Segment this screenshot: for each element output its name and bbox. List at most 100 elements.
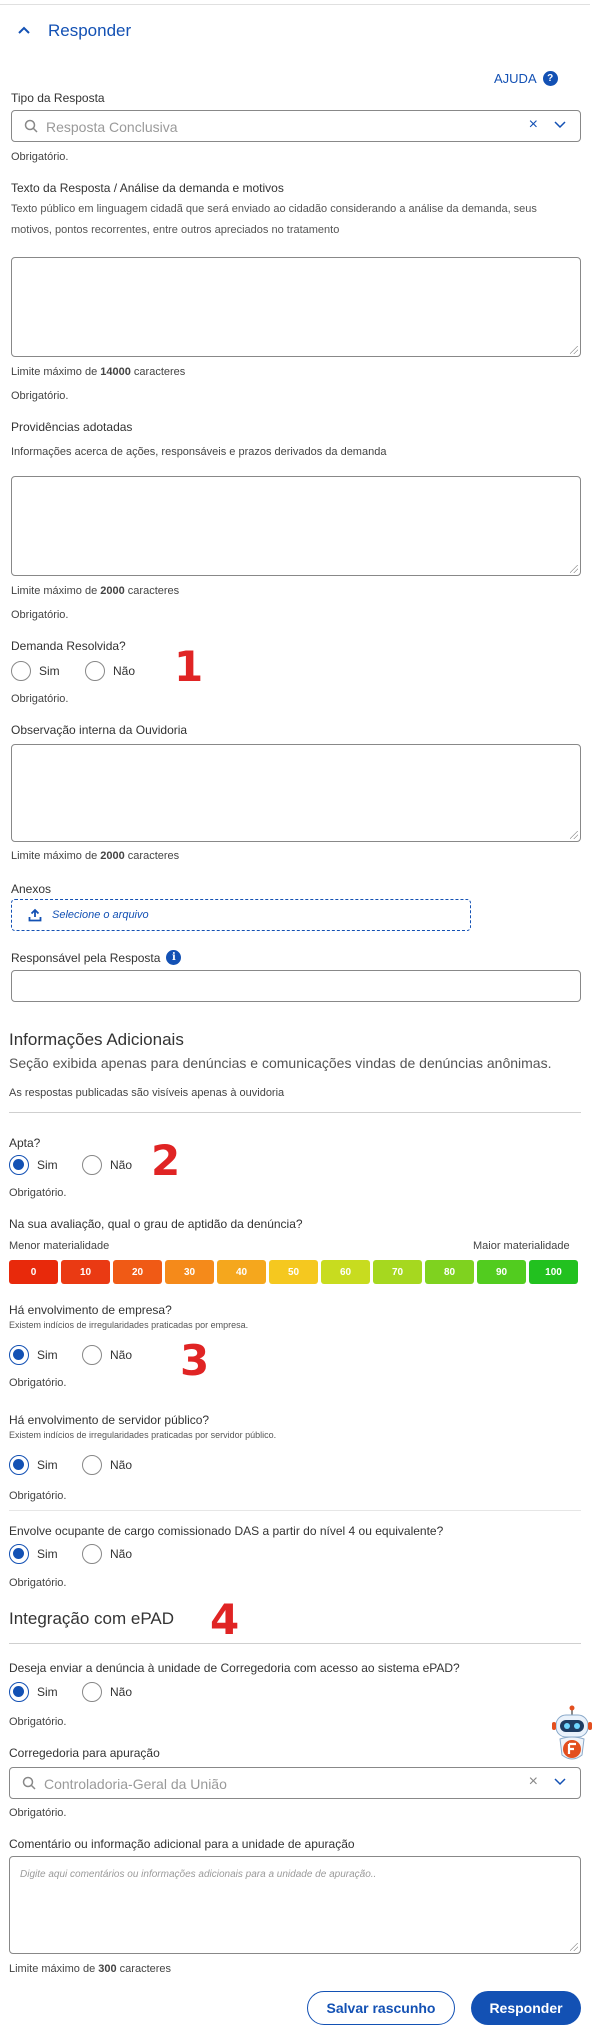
- corregedoria-value: Controladoria-Geral da União: [44, 1776, 227, 1792]
- empresa-label: Há envolvimento de empresa?: [9, 1303, 172, 1317]
- providencias-limit: Limite máximo de 2000 caracteres: [11, 585, 180, 597]
- apta-no-radio[interactable]: Não: [82, 1155, 132, 1175]
- chatbot-button[interactable]: [550, 1705, 594, 1767]
- tipo-label: Tipo da Resposta: [11, 91, 105, 105]
- search-icon: [24, 119, 38, 133]
- providencias-label: Providências adotadas: [11, 420, 133, 434]
- grau-option-70[interactable]: 70: [373, 1260, 422, 1284]
- epad-section-title: Integração com ePAD: [9, 1609, 175, 1628]
- info-icon[interactable]: i: [166, 950, 182, 965]
- upload-icon: [28, 908, 42, 922]
- resolvida-label: Demanda Resolvida?: [11, 639, 126, 653]
- top-divider: [0, 4, 590, 5]
- texto-label: Texto da Resposta / Análise da demanda e…: [11, 181, 284, 195]
- epad-no-radio[interactable]: Não: [82, 1682, 132, 1702]
- help-label: AJUDA: [494, 71, 537, 86]
- apta-yes-radio[interactable]: Sim: [9, 1155, 58, 1175]
- resize-handle[interactable]: [570, 346, 578, 354]
- submit-response-button[interactable]: Responder: [471, 1991, 581, 2025]
- providencias-hint: Informações acerca de ações, responsávei…: [11, 446, 387, 458]
- resolvida-required: Obrigatório.: [11, 693, 69, 705]
- chevron-up-icon: [18, 26, 30, 34]
- comentario-placeholder: Digite aqui comentários ou informações a…: [20, 1869, 377, 1880]
- grau-option-30[interactable]: 30: [165, 1260, 214, 1284]
- empresa-no-radio[interactable]: Não: [82, 1345, 132, 1365]
- annotation-marker-2: 2: [151, 1136, 181, 1185]
- corregedoria-required: Obrigatório.: [9, 1807, 67, 1819]
- texto-textarea[interactable]: [11, 257, 581, 357]
- annotation-marker-4: 4: [210, 1595, 240, 1644]
- epad-required: Obrigatório.: [9, 1716, 67, 1728]
- grau-option-10[interactable]: 10: [61, 1260, 110, 1284]
- collapse-toggle[interactable]: [18, 22, 30, 40]
- robot-assistant-icon: [552, 1705, 592, 1760]
- chevron-down-icon[interactable]: [554, 121, 566, 129]
- clear-icon[interactable]: ×: [529, 116, 538, 134]
- resolvida-no-radio[interactable]: Não: [85, 661, 135, 681]
- providencias-textarea[interactable]: [11, 476, 581, 576]
- tipo-required: Obrigatório.: [11, 151, 69, 163]
- apta-label: Apta?: [9, 1136, 41, 1150]
- comentario-textarea[interactable]: Digite aqui comentários ou informações a…: [9, 1856, 581, 1954]
- grau-option-50[interactable]: 50: [269, 1260, 318, 1284]
- grau-option-80[interactable]: 80: [425, 1260, 474, 1284]
- das-yes-radio[interactable]: Sim: [9, 1544, 58, 1564]
- grau-label: Na sua avaliação, qual o grau de aptidão…: [9, 1217, 303, 1231]
- servidor-hint: Existem indícios de irregularidades prat…: [9, 1430, 277, 1440]
- grau-min-label: Menor materialidade: [9, 1240, 110, 1252]
- help-icon: ?: [542, 71, 558, 86]
- epad-divider: [9, 1643, 581, 1644]
- info-divider: [9, 1112, 581, 1113]
- resize-handle[interactable]: [570, 565, 578, 573]
- grau-option-90[interactable]: 90: [477, 1260, 526, 1284]
- file-select-label: Selecione o arquivo: [52, 909, 149, 921]
- resize-handle[interactable]: [570, 831, 578, 839]
- servidor-no-radio[interactable]: Não: [82, 1455, 132, 1475]
- grau-option-40[interactable]: 40: [217, 1260, 266, 1284]
- servidor-yes-radio[interactable]: Sim: [9, 1455, 58, 1475]
- anexos-label: Anexos: [11, 882, 52, 896]
- section-title-responder[interactable]: Responder: [48, 21, 131, 41]
- resize-handle[interactable]: [570, 1943, 578, 1951]
- comentario-label: Comentário ou informação adicional para …: [9, 1837, 355, 1851]
- empresa-required: Obrigatório.: [9, 1377, 67, 1389]
- epad-yes-radio[interactable]: Sim: [9, 1682, 58, 1702]
- file-select-button[interactable]: Selecione o arquivo: [11, 899, 471, 931]
- grau-option-20[interactable]: 20: [113, 1260, 162, 1284]
- tipo-select[interactable]: Resposta Conclusiva ×: [11, 110, 581, 142]
- das-no-radio[interactable]: Não: [82, 1544, 132, 1564]
- servidor-required: Obrigatório.: [9, 1490, 67, 1502]
- faint-divider: [9, 1510, 581, 1511]
- chevron-down-icon[interactable]: [554, 1778, 566, 1786]
- save-draft-button[interactable]: Salvar rascunho: [307, 1991, 455, 2025]
- corregedoria-select[interactable]: Controladoria-Geral da União ×: [9, 1767, 581, 1799]
- empresa-yes-radio[interactable]: Sim: [9, 1345, 58, 1365]
- texto-required: Obrigatório.: [11, 390, 69, 402]
- clear-icon[interactable]: ×: [529, 1773, 538, 1791]
- responsavel-label: Responsável pela Resposta: [11, 950, 161, 965]
- epad-question: Deseja enviar a denúncia à unidade de Co…: [9, 1661, 460, 1675]
- info-section-title: Informações Adicionais: [9, 1030, 184, 1049]
- responsavel-input[interactable]: [11, 970, 581, 1002]
- apta-required: Obrigatório.: [9, 1187, 67, 1199]
- grau-scale: 0 10 20 30 40 50 60 70 80 90 100: [9, 1260, 581, 1284]
- grau-option-100[interactable]: 100: [529, 1260, 578, 1284]
- texto-limit: Limite máximo de 14000 caracteres: [11, 366, 186, 378]
- responsavel-label-row: Responsável pela Resposta i: [11, 950, 182, 965]
- observacao-textarea[interactable]: [11, 744, 581, 842]
- das-required: Obrigatório.: [9, 1577, 67, 1589]
- corregedoria-label: Corregedoria para apuração: [9, 1746, 160, 1760]
- tipo-placeholder: Resposta Conclusiva: [46, 119, 178, 135]
- texto-hint: Texto público em linguagem cidadã que se…: [11, 203, 537, 236]
- providencias-required: Obrigatório.: [11, 609, 69, 621]
- comentario-limit: Limite máximo de 300 caracteres: [9, 1963, 172, 1975]
- search-icon: [22, 1776, 36, 1790]
- grau-max-label: Maior materialidade: [473, 1240, 570, 1252]
- resolvida-yes-radio[interactable]: Sim: [11, 661, 60, 681]
- info-note: As respostas publicadas são visíveis ape…: [9, 1087, 285, 1099]
- help-link[interactable]: AJUDA ?: [494, 71, 558, 86]
- empresa-hint: Existem indícios de irregularidades prat…: [9, 1320, 249, 1330]
- grau-option-0[interactable]: 0: [9, 1260, 58, 1284]
- annotation-marker-1: 1: [174, 642, 204, 691]
- grau-option-60[interactable]: 60: [321, 1260, 370, 1284]
